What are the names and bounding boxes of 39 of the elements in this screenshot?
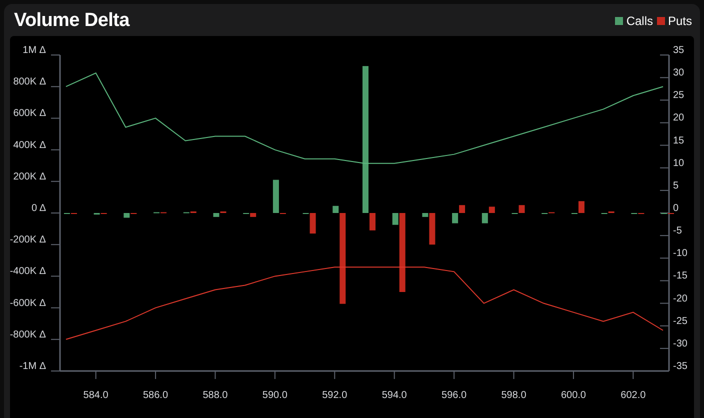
axis-label: 586.0 xyxy=(143,390,168,401)
axis-label: 10 xyxy=(673,158,684,169)
axis-label: -5 xyxy=(673,226,682,237)
axis-label: 598.0 xyxy=(501,390,526,401)
axis-label: 200K Δ xyxy=(13,171,46,182)
axis-label: 15 xyxy=(673,135,684,146)
axis-label: 602.0 xyxy=(620,390,646,401)
axis-label: 0 Δ xyxy=(32,203,46,214)
axis-label: -600K Δ xyxy=(10,298,46,309)
axis-label: 590.0 xyxy=(262,390,288,401)
axis-label: -20 xyxy=(673,293,688,304)
axis-label: -800K Δ xyxy=(10,329,46,340)
axis-label: 584.0 xyxy=(83,390,108,401)
axis-label: 20 xyxy=(673,112,684,124)
axis-label: 25 xyxy=(673,90,684,102)
axis-label: 592.0 xyxy=(322,390,348,401)
axis-label: -10 xyxy=(673,248,688,260)
axis-label: 594.0 xyxy=(382,390,407,401)
axis-label: -1M Δ xyxy=(19,361,46,372)
axis-label: 400K Δ xyxy=(13,140,46,151)
axis-label: 588.0 xyxy=(202,390,228,401)
axis-label: -35 xyxy=(673,361,688,372)
axis-label: 1M Δ xyxy=(22,45,46,56)
axis-label: -400K Δ xyxy=(10,266,46,278)
axis-label: -200K Δ xyxy=(10,234,46,246)
axis-label: 30 xyxy=(673,68,684,79)
axis-label: -30 xyxy=(673,338,688,350)
legend-label: Calls xyxy=(626,13,653,30)
axis-label: -15 xyxy=(673,270,688,282)
axis-label: 0 xyxy=(673,203,679,214)
legend-label: Puts xyxy=(668,13,692,30)
axis-label: 35 xyxy=(673,45,684,56)
axis-label: 5 xyxy=(673,180,679,192)
axis-label: 596.0 xyxy=(442,390,467,401)
axis-label: 600K Δ xyxy=(13,108,46,120)
axis-label: 600.0 xyxy=(560,390,586,401)
card-title: Volume Delta xyxy=(14,8,130,33)
axis-label: 800K Δ xyxy=(13,76,46,88)
axis-label: -25 xyxy=(673,316,688,327)
